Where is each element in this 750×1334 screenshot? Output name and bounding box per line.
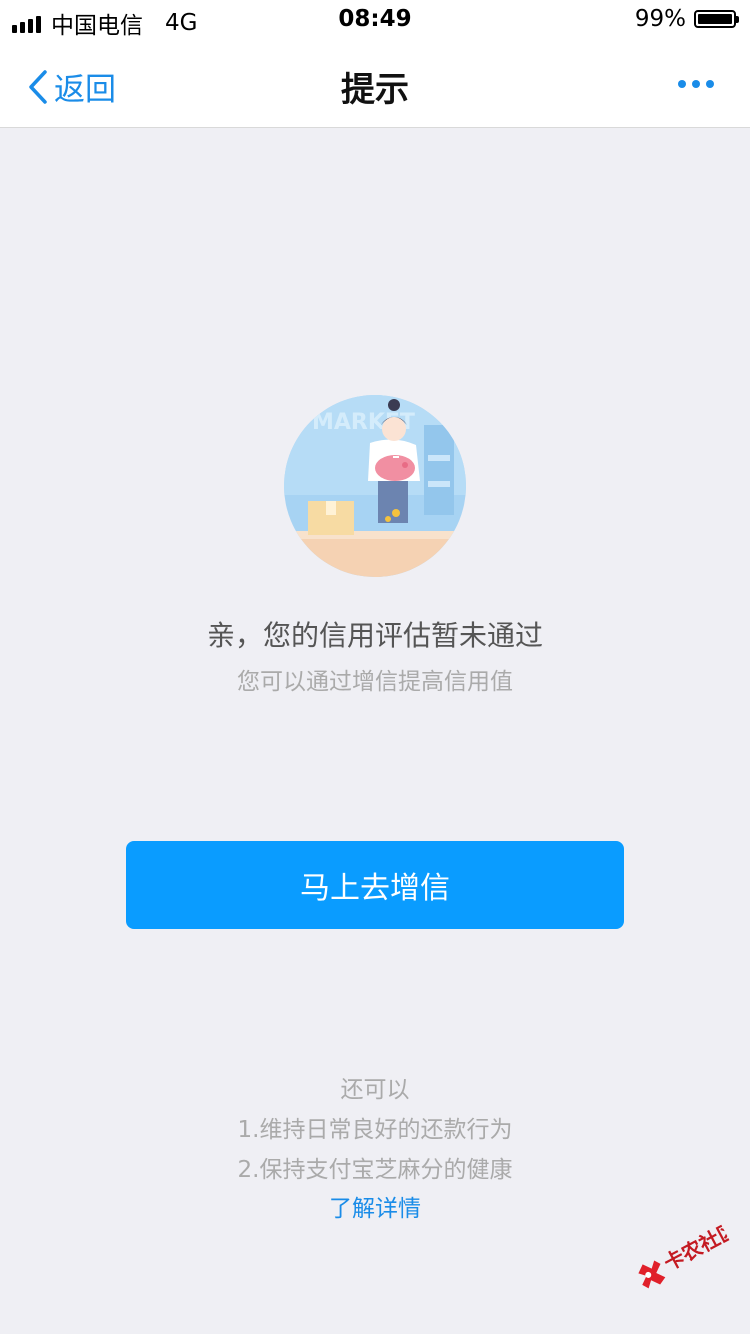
battery-percent: 99% bbox=[634, 6, 686, 32]
credit-illustration: MARKET bbox=[284, 395, 466, 577]
status-right: 99% bbox=[634, 6, 739, 32]
more-dot-icon bbox=[692, 80, 700, 88]
result-headline: 亲，您的信用评估暂未通过 bbox=[206, 619, 543, 652]
tip-item: 2.保持支付宝芝麻分的健康 bbox=[237, 1157, 513, 1183]
navigation-bar: 返回 提示 bbox=[0, 40, 750, 128]
boost-credit-button[interactable]: 马上去增信 bbox=[126, 841, 624, 929]
watermark-logo-icon: 卡农社区 bbox=[638, 1217, 742, 1289]
battery-icon bbox=[694, 10, 739, 28]
alternatives-title: 还可以 bbox=[340, 1077, 410, 1103]
learn-more-link[interactable]: 了解详情 bbox=[0, 1189, 750, 1223]
more-dot-icon bbox=[706, 80, 714, 88]
more-dot-icon bbox=[678, 80, 686, 88]
more-options-button[interactable] bbox=[678, 80, 714, 88]
watermark-logo: 卡农社区 bbox=[625, 1211, 742, 1300]
svg-text:卡农社区: 卡农社区 bbox=[660, 1217, 736, 1276]
result-subline: 您可以通过增信提高信用值 bbox=[237, 669, 513, 695]
tip-item: 1.维持日常良好的还款行为 bbox=[237, 1117, 513, 1143]
page-title: 提示 bbox=[341, 70, 409, 110]
shopkeeper-illustration-icon: MARKET bbox=[284, 395, 466, 577]
status-bar: 中国电信 4G 08:49 99% bbox=[0, 0, 750, 40]
